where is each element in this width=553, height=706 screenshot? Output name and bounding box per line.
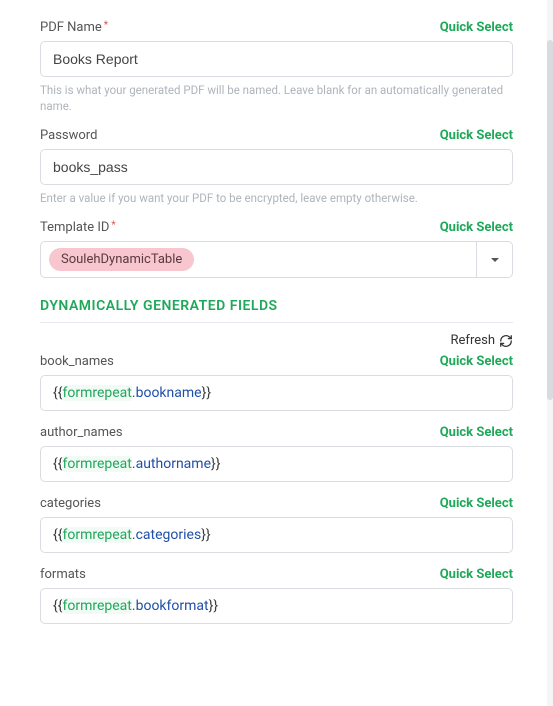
- dynamic-field-quick-select[interactable]: Quick Select: [440, 354, 513, 369]
- template-id-label: Template ID*: [40, 220, 116, 235]
- refresh-icon: [499, 334, 513, 348]
- scrollbar-thumb[interactable]: [547, 40, 553, 400]
- template-id-caret[interactable]: [476, 242, 512, 277]
- template-id-pill: SoulehDynamicTable: [49, 248, 194, 271]
- dynamic-field-input[interactable]: {{formrepeat.bookname}}: [40, 375, 513, 411]
- pdf-name-input[interactable]: [40, 41, 513, 77]
- dynamic-field-author_names: author_names Quick Select {{formrepeat.aut…: [40, 425, 513, 482]
- password-label: Password: [40, 128, 97, 143]
- dynamic-field-label: categories: [40, 496, 101, 511]
- password-input[interactable]: [40, 149, 513, 185]
- template-id-quick-select[interactable]: Quick Select: [440, 220, 513, 235]
- template-id-select[interactable]: SoulehDynamicTable: [40, 241, 513, 278]
- dynamic-field-categories: categories Quick Select {{formrepeat.categ…: [40, 496, 513, 553]
- required-indicator: *: [111, 220, 115, 231]
- dynamic-field-label: book_names: [40, 354, 114, 369]
- dynamic-field-quick-select[interactable]: Quick Select: [440, 425, 513, 440]
- dynamic-field-label: formats: [40, 567, 86, 582]
- template-id-selected[interactable]: SoulehDynamicTable: [41, 242, 476, 277]
- required-indicator: *: [104, 20, 108, 31]
- pdf-name-label: PDF Name*: [40, 20, 108, 35]
- password-help: Enter a value if you want your PDF to be…: [40, 190, 513, 206]
- dynamic-field-quick-select[interactable]: Quick Select: [440, 496, 513, 511]
- dynamic-field-label: author_names: [40, 425, 123, 440]
- section-divider: [40, 322, 513, 323]
- refresh-button[interactable]: Refresh: [40, 333, 513, 348]
- template-id-field: Template ID* Quick Select SoulehDynamicT…: [40, 220, 513, 278]
- dynamic-field-book_names: book_names Quick Select {{formrepeat.bookn…: [40, 354, 513, 411]
- dynamic-field-input[interactable]: {{formrepeat.authorname}}: [40, 446, 513, 482]
- pdf-name-quick-select[interactable]: Quick Select: [440, 20, 513, 35]
- dynamic-fields-heading: DYNAMICALLY GENERATED FIELDS: [40, 298, 513, 314]
- chevron-down-icon: [491, 258, 499, 262]
- scrollbar-track[interactable]: [547, 0, 553, 706]
- dynamic-field-input[interactable]: {{formrepeat.categories}}: [40, 517, 513, 553]
- pdf-name-help: This is what your generated PDF will be …: [40, 82, 513, 114]
- pdf-name-field: PDF Name* Quick Select This is what your…: [40, 20, 513, 114]
- dynamic-field-quick-select[interactable]: Quick Select: [440, 567, 513, 582]
- dynamic-field-input[interactable]: {{formrepeat.bookformat}}: [40, 588, 513, 624]
- refresh-label: Refresh: [451, 333, 495, 348]
- dynamic-field-formats: formats Quick Select {{formrepeat.bookform…: [40, 567, 513, 624]
- password-field: Password Quick Select Enter a value if y…: [40, 128, 513, 206]
- password-quick-select[interactable]: Quick Select: [440, 128, 513, 143]
